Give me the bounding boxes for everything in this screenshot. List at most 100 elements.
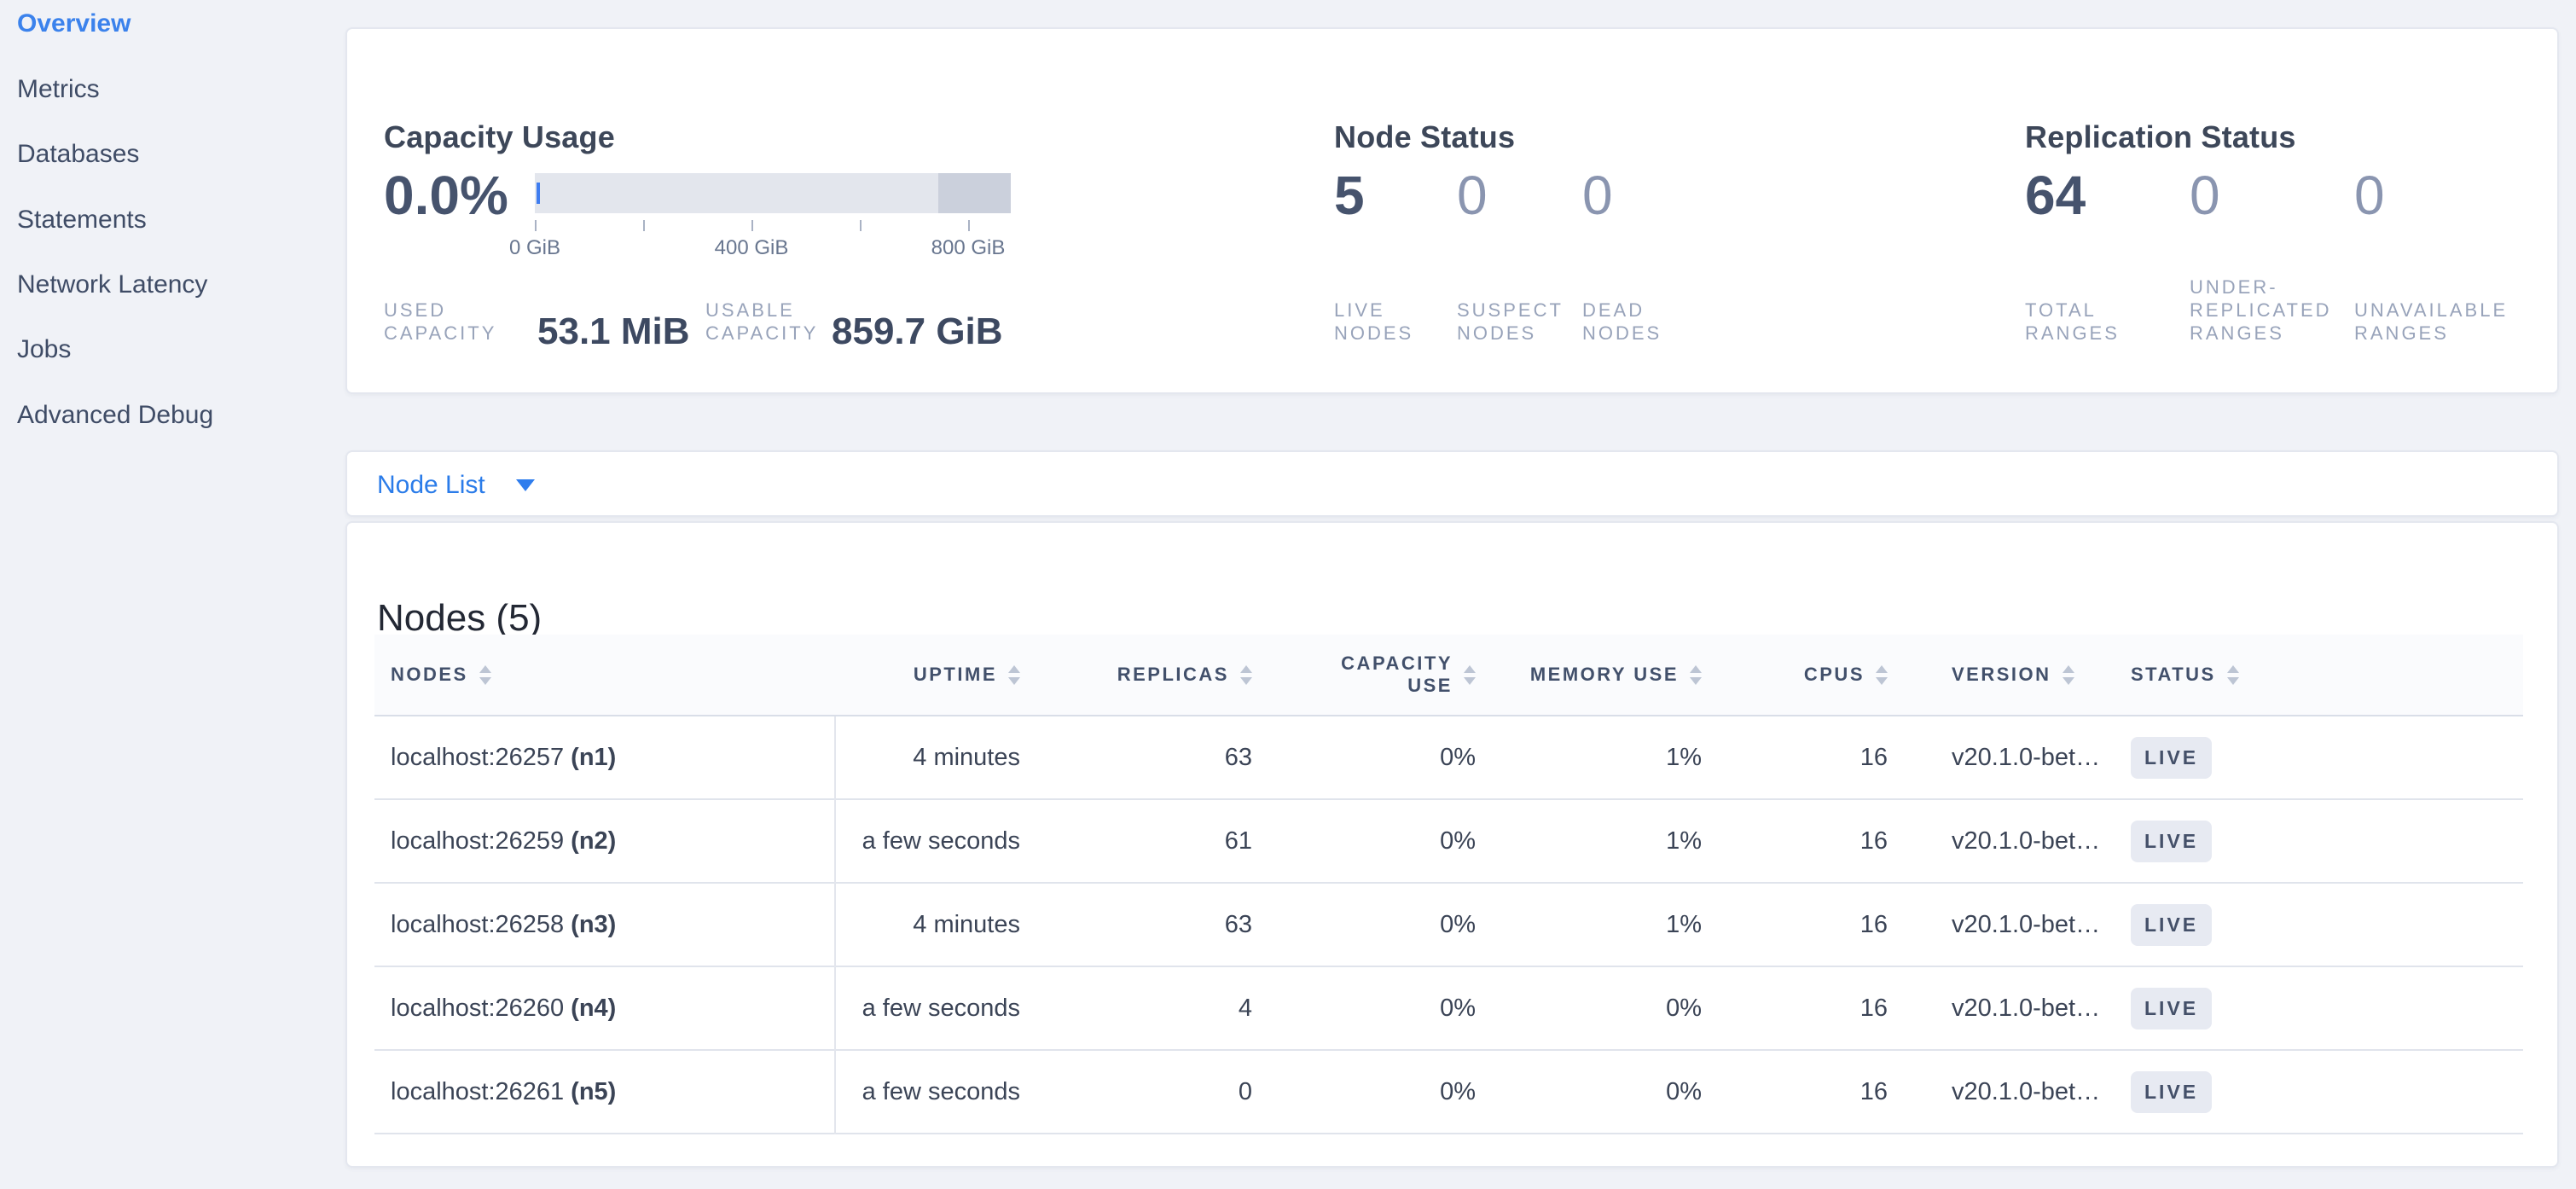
column-header-label: CAPACITY USE bbox=[1325, 652, 1453, 697]
axis-tick bbox=[860, 220, 862, 231]
cpus-cell: 16 bbox=[1720, 744, 1906, 772]
replicas-cell: 0 bbox=[1039, 1078, 1271, 1106]
usable-capacity-label: USABLE CAPACITY bbox=[705, 299, 829, 345]
sort-icon[interactable] bbox=[1464, 665, 1476, 685]
total-ranges-count: 64 bbox=[2025, 164, 2086, 227]
capacity-use-cell: 0% bbox=[1271, 1078, 1494, 1106]
node-address-link[interactable]: localhost:26257 bbox=[391, 744, 564, 772]
version-cell: v20.1.0-bet… bbox=[1906, 995, 2115, 1023]
sort-icon[interactable] bbox=[1690, 665, 1702, 685]
uptime-cell: 4 minutes bbox=[834, 744, 1039, 772]
memory-use-cell: 1% bbox=[1494, 911, 1720, 939]
node-address-link[interactable]: localhost:26260 bbox=[391, 995, 564, 1023]
nodes-column-divider bbox=[834, 716, 836, 1134]
used-capacity-value: 53.1 MiB bbox=[537, 310, 690, 353]
nodes-panel: Nodes (5) NODES UPTIME REPLICAS CAPACITY… bbox=[345, 521, 2559, 1168]
replication-status-title: Replication Status bbox=[2025, 119, 2296, 155]
under-replicated-ranges-count: 0 bbox=[2190, 164, 2220, 227]
column-header-label: STATUS bbox=[2131, 664, 2216, 686]
status-badge: LIVE bbox=[2131, 904, 2212, 946]
uptime-cell: a few seconds bbox=[834, 995, 1039, 1023]
sidebar-item-network-latency[interactable]: Network Latency bbox=[17, 270, 207, 300]
status-badge: LIVE bbox=[2131, 737, 2212, 779]
version-cell: v20.1.0-bet… bbox=[1906, 911, 2115, 939]
cpus-cell: 16 bbox=[1720, 827, 1906, 856]
table-row: localhost:26259(n2) a few seconds 61 0% … bbox=[374, 800, 2523, 884]
live-nodes-label: LIVE NODES bbox=[1334, 299, 1432, 345]
replicas-cell: 61 bbox=[1039, 827, 1271, 856]
used-capacity-label: USED CAPACITY bbox=[384, 299, 525, 345]
column-header-version[interactable]: VERSION bbox=[1906, 664, 2115, 686]
memory-use-cell: 1% bbox=[1494, 827, 1720, 856]
node-address-link[interactable]: localhost:26259 bbox=[391, 827, 564, 856]
memory-use-cell: 1% bbox=[1494, 744, 1720, 772]
node-id: (n5) bbox=[571, 1078, 616, 1106]
table-row: localhost:26261(n5) a few seconds 0 0% 0… bbox=[374, 1051, 2523, 1134]
dead-nodes-count: 0 bbox=[1582, 164, 1613, 227]
nodes-table: NODES UPTIME REPLICAS CAPACITY USE MEMOR… bbox=[374, 635, 2523, 1134]
column-header-replicas[interactable]: REPLICAS bbox=[1039, 664, 1271, 686]
capacity-use-cell: 0% bbox=[1271, 744, 1494, 772]
cpus-cell: 16 bbox=[1720, 995, 1906, 1023]
sidebar-item-jobs[interactable]: Jobs bbox=[17, 334, 71, 365]
column-header-label: REPLICAS bbox=[1117, 664, 1229, 686]
capacity-gauge: 0 GiB 400 GiB 800 GiB bbox=[535, 173, 1011, 276]
cpus-cell: 16 bbox=[1720, 1078, 1906, 1106]
column-header-cpus[interactable]: CPUS bbox=[1720, 664, 1906, 686]
node-id: (n3) bbox=[571, 911, 616, 939]
cluster-summary-panel: Capacity Usage 0.0% 0 GiB 400 GiB 800 Gi… bbox=[345, 27, 2559, 394]
capacity-gauge-bar bbox=[535, 173, 1011, 213]
dead-nodes-label: DEAD NODES bbox=[1582, 299, 1680, 345]
nodes-table-title: Nodes (5) bbox=[377, 597, 542, 640]
axis-tick-label: 0 GiB bbox=[475, 236, 595, 260]
column-header-status[interactable]: STATUS bbox=[2115, 664, 2523, 686]
version-cell: v20.1.0-bet… bbox=[1906, 744, 2115, 772]
node-address-link[interactable]: localhost:26258 bbox=[391, 911, 564, 939]
node-id: (n2) bbox=[571, 827, 616, 856]
memory-use-cell: 0% bbox=[1494, 995, 1720, 1023]
uptime-cell: 4 minutes bbox=[834, 911, 1039, 939]
sidebar-item-statements[interactable]: Statements bbox=[17, 205, 147, 235]
sort-icon[interactable] bbox=[2063, 665, 2074, 685]
node-list-dropdown-label: Node List bbox=[377, 469, 485, 502]
node-address-link[interactable]: localhost:26261 bbox=[391, 1078, 564, 1106]
capacity-gauge-bar-dark-segment bbox=[938, 173, 1011, 213]
sidebar-item-overview[interactable]: Overview bbox=[17, 9, 131, 39]
sort-icon[interactable] bbox=[1240, 665, 1252, 685]
axis-tick bbox=[643, 220, 645, 231]
unavailable-ranges-label: UNAVAILABLE RANGES bbox=[2354, 299, 2550, 345]
capacity-gauge-used-marker bbox=[537, 183, 540, 204]
under-replicated-ranges-label: UNDER-REPLICATED RANGES bbox=[2190, 276, 2360, 345]
node-list-selector-panel: Node List bbox=[345, 450, 2559, 517]
status-badge: LIVE bbox=[2131, 988, 2212, 1030]
status-badge: LIVE bbox=[2131, 1071, 2212, 1113]
sort-icon[interactable] bbox=[2227, 665, 2239, 685]
sidebar-item-metrics[interactable]: Metrics bbox=[17, 74, 100, 105]
node-id: (n4) bbox=[571, 995, 616, 1023]
column-header-label: NODES bbox=[391, 664, 468, 686]
column-header-label: UPTIME bbox=[914, 664, 997, 686]
axis-tick bbox=[751, 220, 753, 231]
suspect-nodes-count: 0 bbox=[1457, 164, 1488, 227]
table-row: localhost:26260(n4) a few seconds 4 0% 0… bbox=[374, 967, 2523, 1051]
node-list-dropdown[interactable]: Node List bbox=[377, 469, 535, 502]
sort-icon[interactable] bbox=[1876, 665, 1888, 685]
column-header-uptime[interactable]: UPTIME bbox=[834, 664, 1039, 686]
sort-icon[interactable] bbox=[479, 665, 491, 685]
replicas-cell: 63 bbox=[1039, 911, 1271, 939]
status-badge: LIVE bbox=[2131, 821, 2212, 862]
sort-icon[interactable] bbox=[1008, 665, 1020, 685]
capacity-use-cell: 0% bbox=[1271, 911, 1494, 939]
column-header-nodes[interactable]: NODES bbox=[374, 664, 834, 686]
sidebar-item-advanced-debug[interactable]: Advanced Debug bbox=[17, 400, 213, 431]
nodes-table-header: NODES UPTIME REPLICAS CAPACITY USE MEMOR… bbox=[374, 635, 2523, 716]
replicas-cell: 4 bbox=[1039, 995, 1271, 1023]
column-header-memory-use[interactable]: MEMORY USE bbox=[1494, 664, 1720, 686]
table-row: localhost:26258(n3) 4 minutes 63 0% 1% 1… bbox=[374, 884, 2523, 967]
sidebar-item-databases[interactable]: Databases bbox=[17, 139, 139, 170]
suspect-nodes-label: SUSPECT NODES bbox=[1457, 299, 1576, 345]
column-header-capacity-use[interactable]: CAPACITY USE bbox=[1271, 652, 1494, 697]
column-header-label: VERSION bbox=[1952, 664, 2051, 686]
axis-tick bbox=[535, 220, 537, 231]
uptime-cell: a few seconds bbox=[834, 1078, 1039, 1106]
